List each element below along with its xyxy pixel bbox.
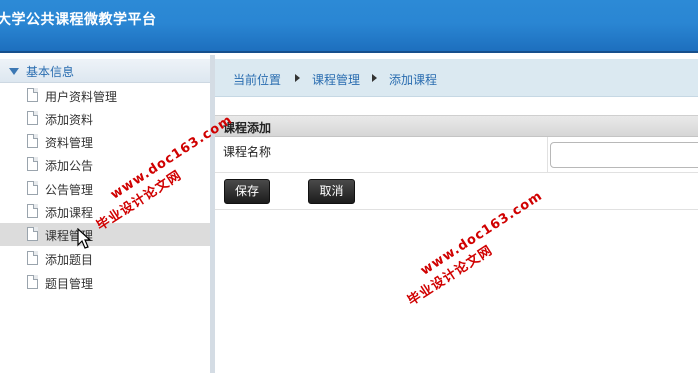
sidebar-item-user-profile-management[interactable]: 用户资料管理: [0, 84, 210, 107]
sidebar-item-label: 资料管理: [45, 136, 94, 150]
document-icon: [27, 227, 38, 241]
field-divider: [547, 137, 548, 173]
sidebar-item-label: 题目管理: [45, 277, 94, 291]
main-content: 当前位置 课程管理 添加课程 课程添加 课程名称 保存 取消: [215, 55, 698, 373]
chevron-right-icon: [295, 74, 300, 82]
cancel-button[interactable]: 取消: [308, 179, 355, 204]
course-name-input[interactable]: [550, 142, 698, 168]
document-icon: [27, 88, 38, 102]
sidebar-item-label: 添加课程: [45, 206, 94, 220]
breadcrumb: 当前位置 课程管理 添加课程: [215, 59, 698, 97]
breadcrumb-item-course-management[interactable]: 课程管理: [312, 71, 360, 88]
sidebar-item-label: 添加公告: [45, 159, 94, 173]
app-title: 大学公共课程微教学平台: [0, 12, 157, 28]
form-title-bar: 课程添加: [215, 115, 698, 137]
breadcrumb-item-add-course[interactable]: 添加课程: [389, 71, 437, 88]
document-icon: [27, 181, 38, 195]
document-icon: [27, 111, 38, 125]
document-icon: [27, 134, 38, 148]
document-icon: [27, 251, 38, 265]
sidebar-item-add-question[interactable]: 添加题目: [0, 247, 210, 270]
mouse-pointer-icon: [77, 228, 92, 249]
save-button[interactable]: 保存: [224, 179, 270, 204]
chevron-right-icon: [372, 74, 377, 82]
document-icon: [27, 204, 38, 218]
sidebar-item-add-material[interactable]: 添加资料: [0, 107, 210, 130]
document-icon: [27, 275, 38, 289]
app-window: 大学公共课程微教学平台 基本信息 用户资料管理 添加资料 资料管理 添加公告 公…: [0, 0, 698, 373]
form-row-course-name: 课程名称: [215, 137, 698, 173]
course-name-label: 课程名称: [223, 145, 272, 159]
sidebar-item-question-management[interactable]: 题目管理: [0, 271, 210, 294]
sidebar-section-basic-info[interactable]: 基本信息: [0, 59, 210, 83]
triangle-down-icon: [9, 68, 19, 75]
sidebar-item-label: 公告管理: [45, 183, 94, 197]
sidebar-item-label: 用户资料管理: [45, 90, 118, 104]
sidebar-item-label: 添加资料: [45, 113, 94, 127]
breadcrumb-current-label: 当前位置: [233, 73, 282, 87]
top-header: 大学公共课程微教学平台: [0, 0, 698, 53]
form-button-row: 保存 取消: [215, 174, 698, 210]
sidebar-section-label: 基本信息: [26, 65, 75, 79]
sidebar-item-label: 添加题目: [45, 253, 94, 267]
document-icon: [27, 157, 38, 171]
